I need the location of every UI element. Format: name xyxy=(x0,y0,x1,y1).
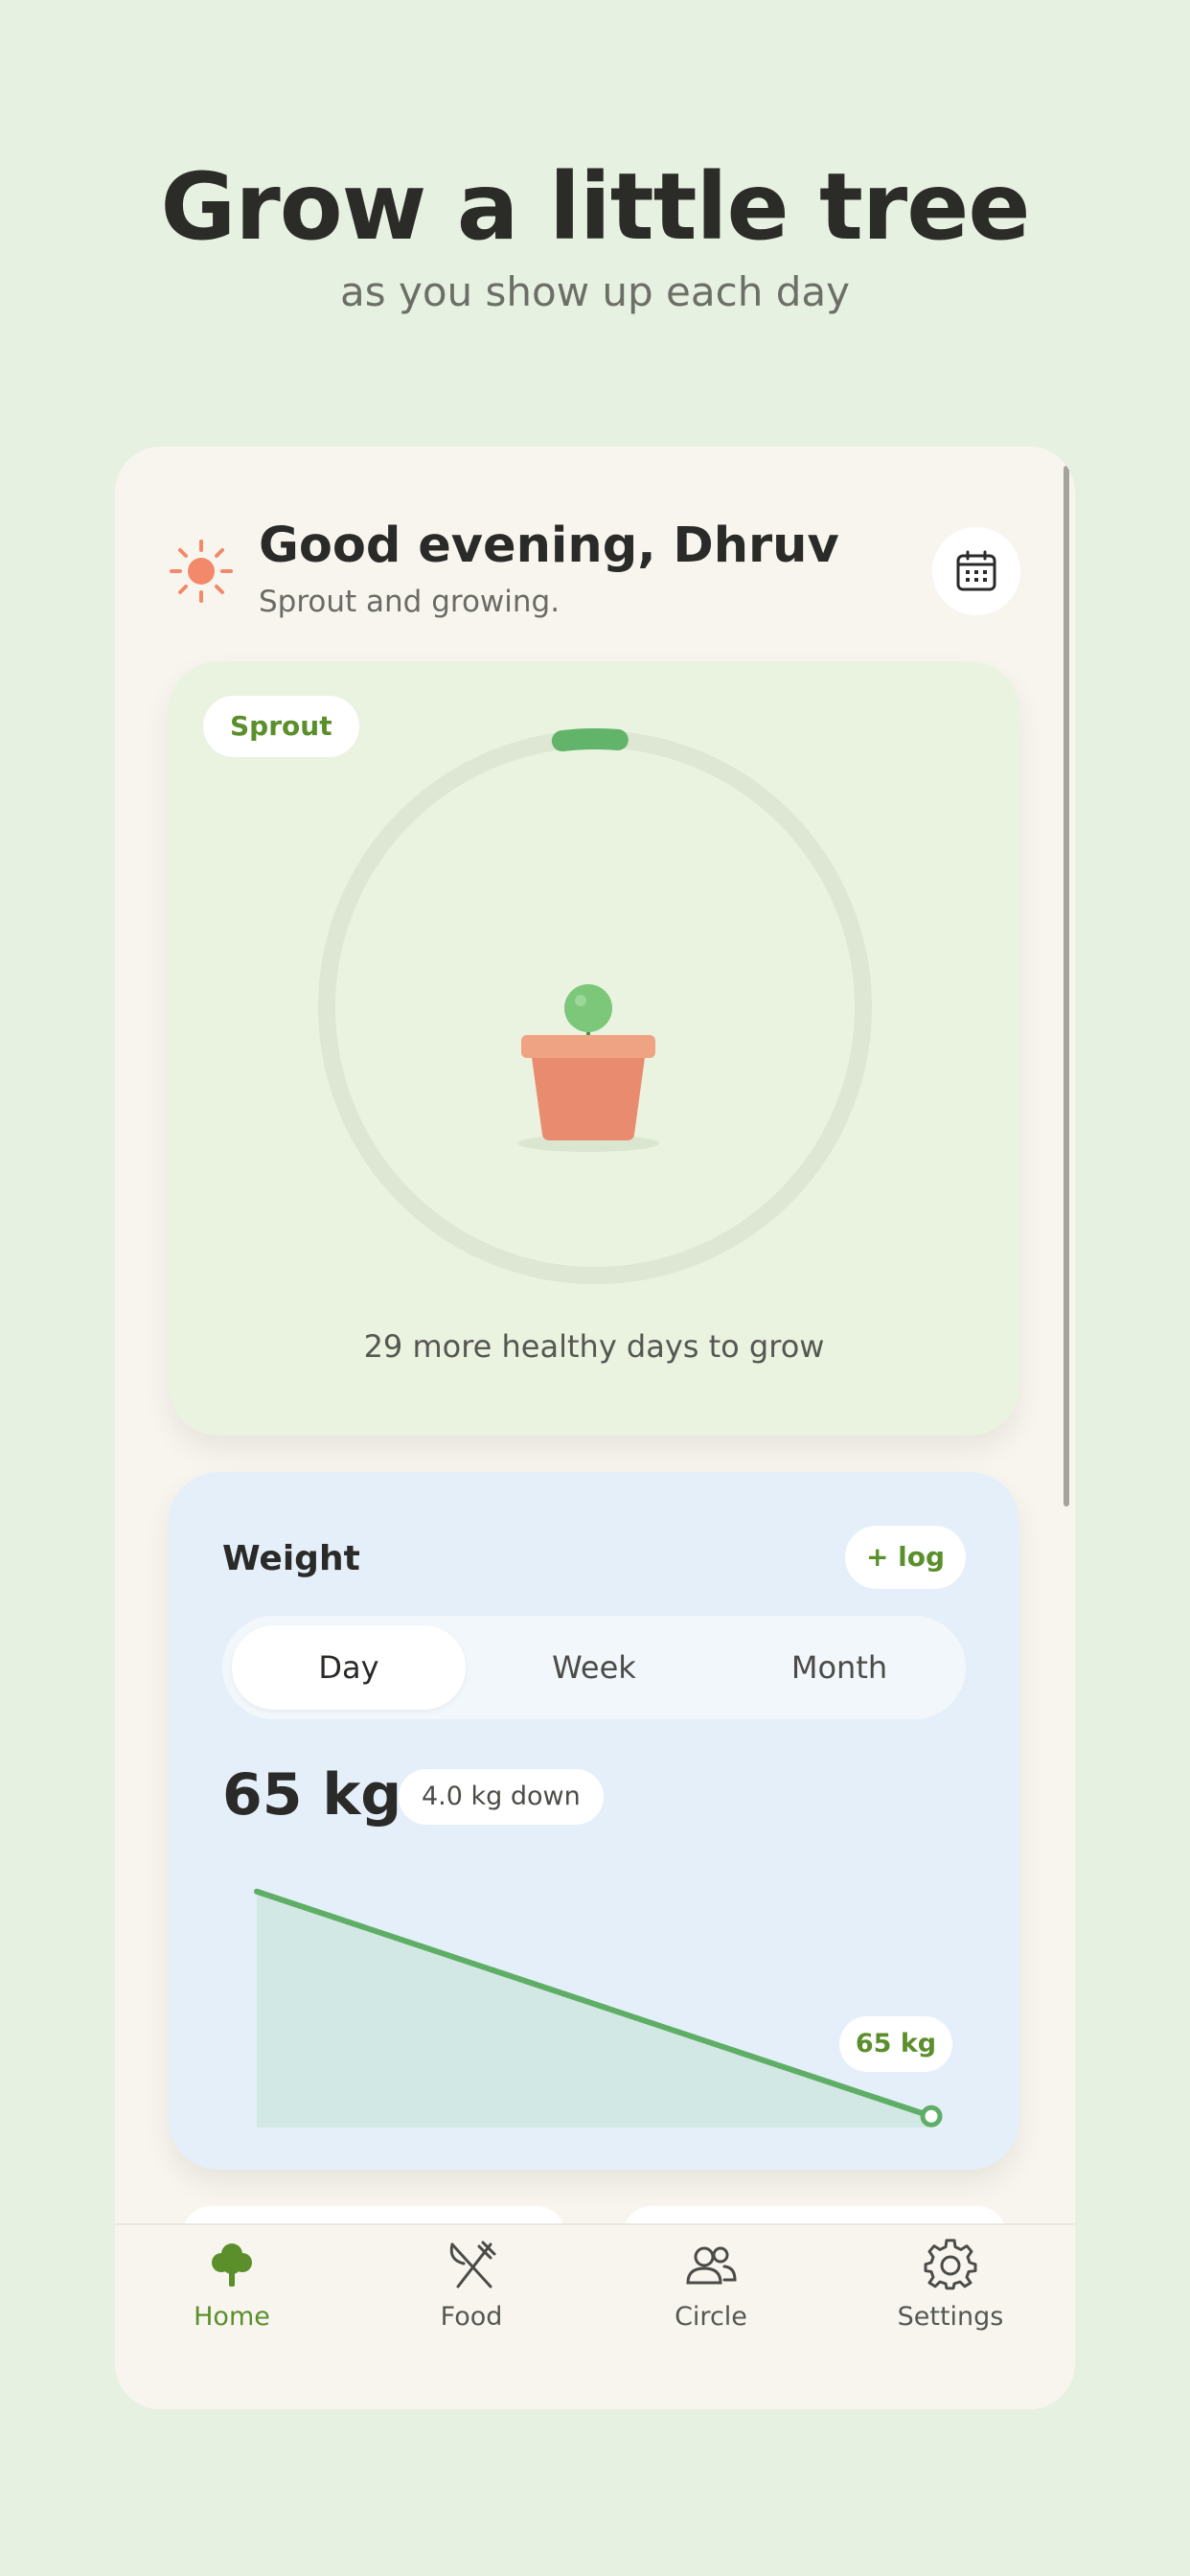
range-segmented-control: Day Week Month xyxy=(222,1616,966,1719)
people-icon xyxy=(686,2246,737,2285)
calendar-icon xyxy=(956,550,996,591)
current-weight: 65 kg xyxy=(222,1761,402,1828)
nav-home-label: Home xyxy=(194,2302,270,2332)
greeting-title: Good evening, Dhruv xyxy=(259,518,839,574)
chart-end-label: 65 kg xyxy=(839,2016,952,2072)
tab-day[interactable]: Day xyxy=(232,1625,466,1710)
app-screen: Good evening, Dhruv Sprout and growing. … xyxy=(115,447,1075,2409)
weight-change-badge: 4.0 kg down xyxy=(399,1769,604,1825)
tab-week[interactable]: Week xyxy=(477,1625,711,1710)
scrollbar[interactable] xyxy=(1064,466,1069,1506)
weight-card: Weight + log Day Week Month 65 kg 4.0 kg… xyxy=(169,1472,1019,2170)
bottom-nav: Home Food Circle Settings xyxy=(115,2223,1075,2409)
hero-subtitle: as you show up each day xyxy=(340,268,850,315)
weight-chart xyxy=(254,1888,943,2128)
calendar-button[interactable] xyxy=(932,527,1020,615)
grow-message: 29 more healthy days to grow xyxy=(363,1328,825,1365)
tree-progress-card: Sprout 29 more healthy days to grow xyxy=(169,661,1019,1436)
log-weight-button[interactable]: + log xyxy=(845,1526,966,1589)
fork-knife-icon xyxy=(449,2241,496,2288)
growth-ring xyxy=(316,728,874,1286)
nav-circle-label: Circle xyxy=(675,2302,747,2332)
tab-month[interactable]: Month xyxy=(722,1625,956,1710)
nav-food[interactable]: Food xyxy=(376,2239,567,2332)
weight-end-point[interactable] xyxy=(920,2104,943,2128)
nav-circle[interactable]: Circle xyxy=(615,2239,807,2332)
hero-title: Grow a little tree xyxy=(160,153,1031,261)
nav-settings-label: Settings xyxy=(897,2302,1004,2332)
potted-sprout-illustration xyxy=(517,984,659,1152)
nav-settings[interactable]: Settings xyxy=(855,2239,1046,2332)
sun-icon xyxy=(170,540,233,603)
gear-icon xyxy=(924,2239,977,2290)
nav-food-label: Food xyxy=(440,2302,503,2332)
tree-icon xyxy=(212,2243,252,2287)
weight-title: Weight xyxy=(222,1539,360,1578)
nav-home[interactable]: Home xyxy=(136,2239,328,2332)
greeting-subtitle: Sprout and growing. xyxy=(259,585,561,619)
